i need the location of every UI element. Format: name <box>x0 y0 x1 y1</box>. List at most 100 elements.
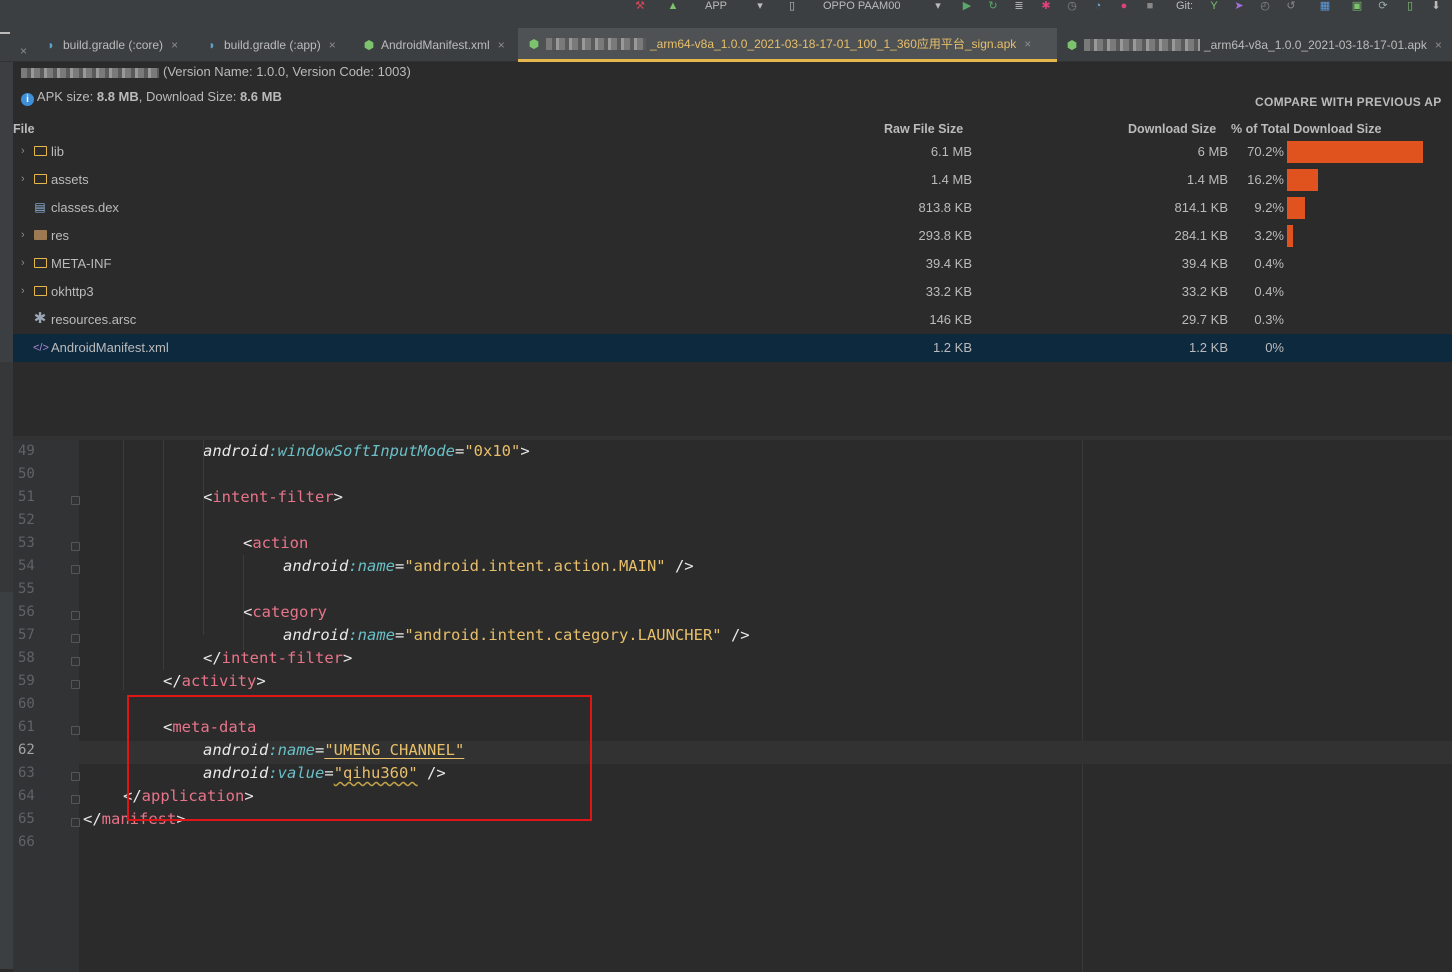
build-hammer-icon[interactable]: ⚒ <box>634 1 646 12</box>
fold-marker-icon[interactable] <box>71 818 80 827</box>
fold-marker-icon[interactable] <box>71 565 80 574</box>
code-line[interactable]: </intent-filter> <box>203 649 352 667</box>
git-update-icon[interactable]: Y <box>1208 1 1220 12</box>
tab-apk-unsigned[interactable]: ⬢ _arm64-v8a_1.0.0_2021-03-18-17-01.apk … <box>1065 28 1452 62</box>
chevron-right-icon[interactable]: › <box>21 145 25 157</box>
close-icon[interactable]: × <box>498 38 505 52</box>
indent-guide <box>243 555 244 650</box>
code-token: < <box>243 534 253 552</box>
apk-version-line: (Version Name: 1.0.0, Version Code: 1003… <box>21 64 411 79</box>
column-header-download-size[interactable]: Download Size <box>1128 122 1216 136</box>
code-line[interactable]: <category <box>243 603 327 621</box>
android-icon: ⬢ <box>528 36 540 51</box>
line-number: 61 <box>18 719 35 735</box>
device-select[interactable]: OPPO PAAM00 <box>823 0 900 13</box>
table-row[interactable]: › assets 1.4 MB 1.4 MB 16.2% <box>13 166 1452 194</box>
chevron-right-icon[interactable]: › <box>21 257 25 269</box>
file-name: okhttp3 <box>51 284 94 299</box>
download-size: 33.2 KB <box>1181 284 1228 299</box>
download-size: 29.7 KB <box>1181 312 1228 327</box>
code-token: name <box>357 626 395 644</box>
terminal-icon[interactable]: ▣ <box>1351 1 1363 12</box>
avd-manager-icon[interactable]: ▯ <box>1404 1 1416 12</box>
tab-label: _arm64-v8a_1.0.0_2021-03-18-17-01_100_1_… <box>650 37 1017 51</box>
chevron-down-icon[interactable]: ▾ <box>754 1 766 12</box>
close-icon[interactable]: × <box>20 44 27 58</box>
grid-icon[interactable]: ▦ <box>1319 1 1331 12</box>
tab-label: AndroidManifest.xml <box>381 38 490 52</box>
table-row[interactable]: ✱ resources.arsc 146 KB 29.7 KB 0.3% <box>13 306 1452 334</box>
gradle-sync-icon[interactable]: ⟳ <box>1377 1 1389 12</box>
fold-marker-icon[interactable] <box>71 772 80 781</box>
sdk-manager-icon[interactable]: ⬇ <box>1430 1 1442 12</box>
code-line[interactable]: android:name="android.intent.action.MAIN… <box>283 557 694 575</box>
percent-value: 16.2% <box>1247 172 1284 187</box>
fold-marker-icon[interactable] <box>71 542 80 551</box>
fold-marker-icon[interactable] <box>71 726 80 735</box>
file-name: resources.arsc <box>51 312 137 327</box>
close-icon[interactable]: × <box>171 38 178 52</box>
apply-code-changes-icon[interactable]: ≣ <box>1013 1 1025 12</box>
tab-build-gradle-core[interactable]: ◗ build.gradle (:core) × <box>44 28 194 62</box>
coverage-icon[interactable]: ◷ <box>1066 1 1078 12</box>
code-line[interactable]: <intent-filter> <box>203 488 343 506</box>
tab-android-manifest[interactable]: ⬢ AndroidManifest.xml × <box>362 28 517 62</box>
table-row[interactable]: ▤ classes.dex 813.8 KB 814.1 KB 9.2% <box>13 194 1452 222</box>
close-icon[interactable]: × <box>1024 37 1031 51</box>
close-icon[interactable]: × <box>1435 38 1442 52</box>
table-row[interactable]: › res 293.8 KB 284.1 KB 3.2% <box>13 222 1452 250</box>
attach-debugger-icon[interactable]: ● <box>1118 1 1130 12</box>
column-header-raw-size[interactable]: Raw File Size <box>884 122 963 136</box>
chevron-right-icon[interactable]: › <box>21 285 25 297</box>
profile-icon[interactable]: ◔ <box>1092 1 1104 12</box>
fold-marker-icon[interactable] <box>71 611 80 620</box>
android-icon: ▲ <box>667 0 679 12</box>
code-line[interactable]: android:name="android.intent.category.LA… <box>283 626 750 644</box>
folder-icon <box>33 284 47 298</box>
fold-marker-icon[interactable] <box>71 496 80 505</box>
tab-apk-signed[interactable]: ⬢ _arm64-v8a_1.0.0_2021-03-18-17-01_100_… <box>518 28 1057 62</box>
raw-size: 33.2 KB <box>925 284 972 299</box>
debug-bug-icon[interactable]: ✱ <box>1040 1 1052 12</box>
stop-icon[interactable]: ■ <box>1144 1 1156 12</box>
line-number: 54 <box>18 558 35 574</box>
code-line[interactable]: android:windowSoftInputMode="0x10"> <box>203 442 530 460</box>
close-icon[interactable]: × <box>329 38 336 52</box>
file-name: META-INF <box>51 256 112 271</box>
table-row[interactable]: </> AndroidManifest.xml 1.2 KB 1.2 KB 0% <box>13 334 1452 362</box>
git-rollback-icon[interactable]: ↺ <box>1285 1 1297 12</box>
table-row[interactable]: › lib 6.1 MB 6 MB 70.2% <box>13 138 1452 166</box>
left-tool-strip <box>0 62 13 969</box>
column-header-file[interactable]: File <box>13 122 35 136</box>
chevron-right-icon[interactable]: › <box>21 229 25 241</box>
tab-scroll-marker <box>0 32 10 34</box>
table-row[interactable]: › okhttp3 33.2 KB 33.2 KB 0.4% <box>13 278 1452 306</box>
code-token: android <box>283 626 349 644</box>
line-number: 57 <box>18 627 35 643</box>
code-token: = <box>395 557 405 575</box>
git-push-icon[interactable]: ➤ <box>1233 1 1245 12</box>
run-config-select[interactable]: APP <box>705 0 727 13</box>
download-size: 39.4 KB <box>1181 256 1228 271</box>
column-header-percent[interactable]: % of Total Download Size <box>1231 122 1381 136</box>
chevron-right-icon[interactable]: › <box>21 173 25 185</box>
compare-with-previous-button[interactable]: COMPARE WITH PREVIOUS AP <box>1255 95 1442 109</box>
fold-marker-icon[interactable] <box>71 634 80 643</box>
run-icon[interactable]: ▶ <box>961 1 973 12</box>
fold-marker-icon[interactable] <box>71 657 80 666</box>
table-row[interactable]: › META-INF 39.4 KB 39.4 KB 0.4% <box>13 250 1452 278</box>
code-token: name <box>357 557 395 575</box>
file-name: assets <box>51 172 89 187</box>
git-history-icon[interactable]: ◴ <box>1259 1 1271 12</box>
size-bar <box>1287 197 1305 219</box>
download-size: 284.1 KB <box>1174 228 1229 243</box>
fold-marker-icon[interactable] <box>71 680 80 689</box>
code-line[interactable]: </activity> <box>163 672 266 690</box>
asterisk-icon: ✱ <box>33 310 47 327</box>
chevron-down-icon[interactable]: ▾ <box>932 1 944 12</box>
apply-changes-icon[interactable]: ↻ <box>987 1 999 12</box>
fold-marker-icon[interactable] <box>71 795 80 804</box>
indent-guide <box>123 440 124 690</box>
code-line[interactable]: <action <box>243 534 308 552</box>
tab-build-gradle-app[interactable]: ◗ build.gradle (:app) × <box>205 28 355 62</box>
